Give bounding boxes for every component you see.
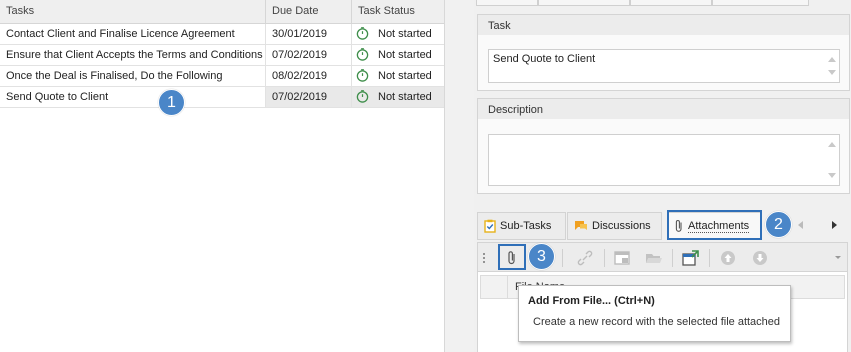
due-date-cell: 08/02/2019 xyxy=(266,66,352,86)
add-from-file-highlight xyxy=(498,244,526,270)
task-name-cell: Once the Deal is Finalised, Do the Follo… xyxy=(0,66,266,86)
top-tab[interactable] xyxy=(630,0,712,6)
not-started-clock-icon xyxy=(356,90,369,103)
scroll-down-arrow-icon[interactable] xyxy=(828,70,836,75)
due-date-cell: 07/02/2019 xyxy=(266,45,352,65)
task-name-field[interactable]: Send Quote to Client xyxy=(488,49,840,83)
tab-scroll-right-icon[interactable] xyxy=(832,221,837,229)
not-started-clock-icon xyxy=(356,27,369,40)
callout-badge-1: 1 xyxy=(158,89,185,116)
callout-badge-2: 2 xyxy=(765,211,792,238)
not-started-clock-icon xyxy=(356,48,369,61)
link-icon[interactable] xyxy=(575,248,595,268)
move-up-icon[interactable] xyxy=(718,248,738,268)
toolbar-overflow-dropdown-icon[interactable] xyxy=(835,256,841,259)
table-row[interactable]: Contact Client and Finalise Licence Agre… xyxy=(0,24,444,45)
top-tab-strip xyxy=(474,0,851,6)
description-field[interactable] xyxy=(488,134,840,186)
toolbar-separator xyxy=(709,249,710,267)
scroll-up-arrow-icon[interactable] xyxy=(828,57,836,62)
status-text: Not started xyxy=(378,91,432,103)
table-row-selected[interactable]: Send Quote to Client 07/02/2019 Not star… xyxy=(0,87,444,108)
description-group: Description xyxy=(477,98,850,194)
status-text: Not started xyxy=(378,49,432,61)
tab-sub-tasks[interactable]: Sub-Tasks xyxy=(477,212,566,240)
status-cell: Not started xyxy=(352,24,444,44)
toolbar-separator xyxy=(604,249,605,267)
tooltip-title: Add From File... (Ctrl+N) xyxy=(528,295,655,307)
tab-discussions-label: Discussions xyxy=(592,220,651,232)
column-header-task-status[interactable]: Task Status xyxy=(352,0,444,23)
status-cell: Not started xyxy=(352,45,444,65)
tab-discussions[interactable]: Discussions xyxy=(567,212,662,240)
add-from-file-tooltip: Add From File... (Ctrl+N) Create a new r… xyxy=(518,285,791,342)
scroll-down-arrow-icon[interactable] xyxy=(828,173,836,178)
due-date-cell: 07/02/2019 xyxy=(266,87,352,107)
task-name-value: Send Quote to Client xyxy=(493,53,596,65)
description-field-scrollbar[interactable] xyxy=(826,136,838,184)
status-text: Not started xyxy=(378,28,432,40)
description-group-title: Description xyxy=(478,99,849,119)
top-tab[interactable] xyxy=(538,0,630,6)
task-name-cell: Send Quote to Client xyxy=(0,87,266,107)
status-cell: Not started xyxy=(352,66,444,86)
status-cell: Not started xyxy=(352,87,444,107)
task-name-cell: Contact Client and Finalise Licence Agre… xyxy=(0,24,266,44)
top-tab[interactable] xyxy=(712,0,809,6)
clipboard-check-icon xyxy=(484,219,496,233)
task-group: Task Send Quote to Client xyxy=(477,14,850,91)
toolbar-grip-icon[interactable] xyxy=(481,248,487,268)
scroll-up-arrow-icon[interactable] xyxy=(828,142,836,147)
window-icon[interactable] xyxy=(612,248,632,268)
top-tab[interactable] xyxy=(476,0,538,6)
discussion-bubble-icon xyxy=(575,221,587,231)
task-grid: Tasks Due Date Task Status Contact Clien… xyxy=(0,0,444,352)
move-down-icon[interactable] xyxy=(750,248,770,268)
export-file-icon[interactable] xyxy=(681,248,701,268)
task-group-title: Task xyxy=(478,15,849,35)
table-row[interactable]: Ensure that Client Accepts the Terms and… xyxy=(0,45,444,66)
column-header-due-date[interactable]: Due Date xyxy=(266,0,352,23)
row-indicator-column xyxy=(481,276,508,298)
attachments-tab-highlight xyxy=(667,210,762,240)
not-started-clock-icon xyxy=(356,69,369,82)
toolbar-separator xyxy=(672,249,673,267)
tab-sub-tasks-label: Sub-Tasks xyxy=(500,220,552,232)
callout-badge-3: 3 xyxy=(528,243,555,270)
toolbar-separator xyxy=(562,249,563,267)
status-text: Not started xyxy=(378,70,432,82)
folder-open-icon[interactable] xyxy=(644,248,664,268)
task-name-cell: Ensure that Client Accepts the Terms and… xyxy=(0,45,266,65)
table-row[interactable]: Once the Deal is Finalised, Do the Follo… xyxy=(0,66,444,87)
column-header-tasks[interactable]: Tasks xyxy=(0,0,266,23)
grid-header: Tasks Due Date Task Status xyxy=(0,0,444,24)
tab-scroll-left-icon[interactable] xyxy=(798,221,803,229)
task-field-scrollbar[interactable] xyxy=(826,51,838,81)
tooltip-description: Create a new record with the selected fi… xyxy=(533,316,781,328)
due-date-cell: 30/01/2019 xyxy=(266,24,352,44)
panel-splitter[interactable] xyxy=(444,0,475,352)
